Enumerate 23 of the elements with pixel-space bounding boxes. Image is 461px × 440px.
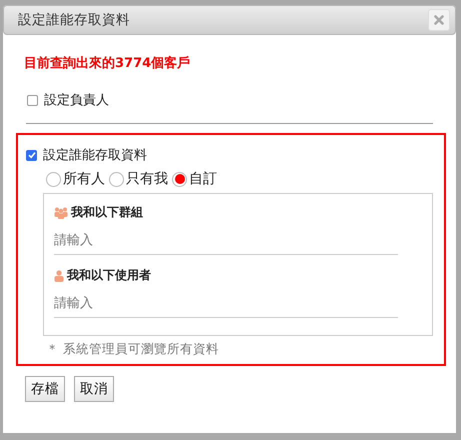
checkbox[interactable] [27,94,38,106]
field-label: 我和以下使用者 [67,267,151,284]
radio-label: 自訂 [189,170,217,188]
checkbox[interactable] [26,150,37,160]
input-field[interactable]: 請輸入 [54,294,398,318]
dialog-button[interactable]: 存檔 [25,376,65,402]
radio-button[interactable] [109,172,124,186]
checkbox-label: 設定誰能存取資料 [43,147,147,164]
close-icon [434,15,444,25]
radio-label: 所有人 [63,170,105,188]
user-icon [54,270,64,282]
note-text: ＊ 系統管理員可瀏覽所有資料 [46,341,219,358]
group-icon [54,206,68,218]
notice-text: 目前查詢出來的3774個客戶 [24,54,190,72]
radio-label: 只有我 [126,170,168,188]
checkbox-label: 設定負責人 [44,92,109,109]
radio-button[interactable] [46,172,61,186]
field-label: 我和以下群組 [71,204,143,221]
close-button[interactable] [428,9,450,31]
radio-button[interactable] [172,172,187,186]
dialog-title: 設定誰能存取資料 [18,11,130,29]
dialog-button[interactable]: 取消 [74,376,114,402]
input-field[interactable]: 請輸入 [54,231,398,255]
